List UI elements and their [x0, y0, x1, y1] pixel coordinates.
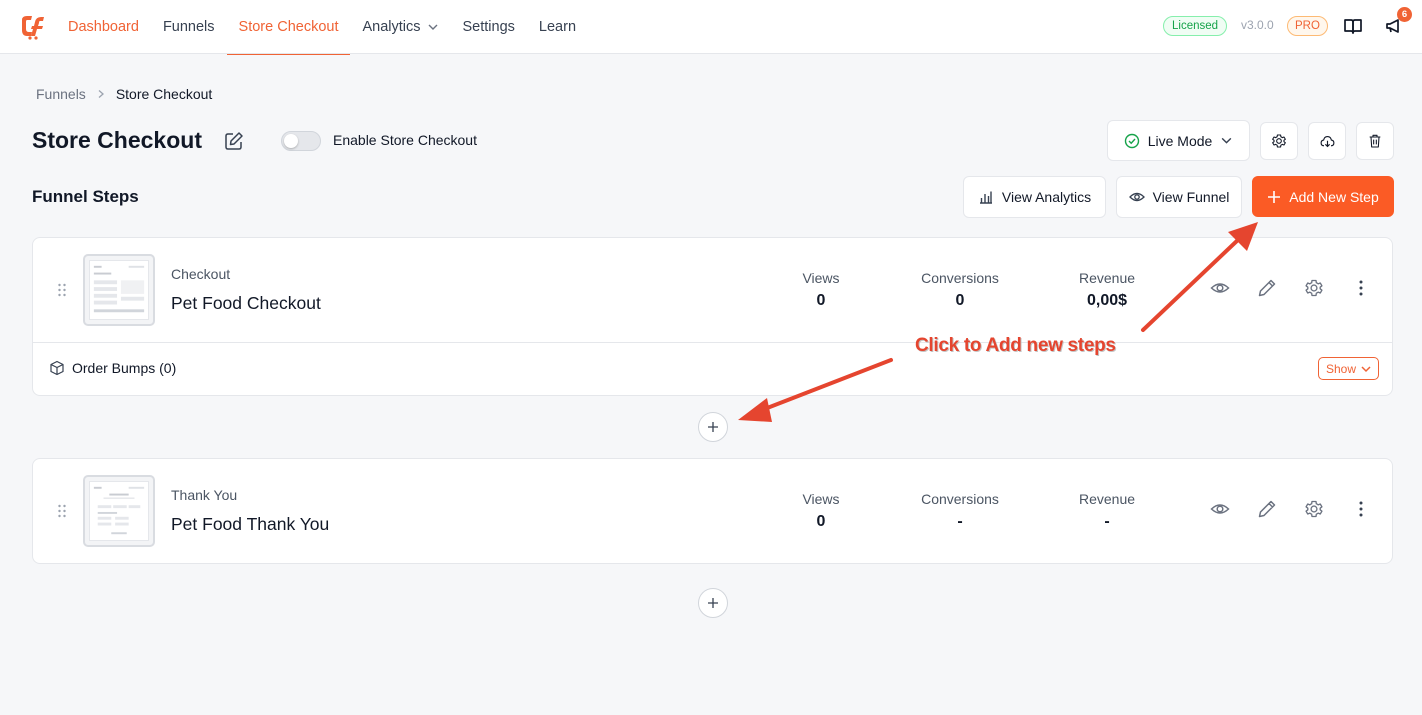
- preview-eye-icon[interactable]: [1210, 499, 1230, 519]
- checkout-page-preview: [89, 260, 149, 320]
- view-analytics-button[interactable]: View Analytics: [963, 176, 1106, 218]
- more-vertical-icon[interactable]: [1351, 499, 1371, 519]
- views-value: 0: [816, 513, 826, 530]
- gear-icon: [1272, 134, 1286, 148]
- views-value: 0: [816, 292, 826, 309]
- version-label: v3.0.0: [1241, 18, 1274, 32]
- nav-settings-label: Settings: [462, 19, 515, 35]
- step-type-label: Thank You: [171, 487, 238, 503]
- page-title: Store Checkout: [32, 127, 202, 153]
- step-name[interactable]: Pet Food Thank You: [171, 514, 329, 535]
- book-icon[interactable]: [1343, 16, 1363, 36]
- cloud-download-icon: [1320, 135, 1334, 147]
- conversions-label: Conversions: [921, 491, 999, 507]
- licensed-badge: Licensed: [1163, 16, 1228, 36]
- nav-store-checkout-label: Store Checkout: [238, 19, 339, 35]
- view-analytics-label: View Analytics: [1001, 189, 1092, 205]
- revenue-value: -: [1104, 513, 1110, 530]
- views-label: Views: [802, 491, 840, 507]
- nav-dashboard[interactable]: Dashboard: [56, 0, 151, 54]
- nav-learn[interactable]: Learn: [527, 0, 588, 54]
- drag-handle-icon[interactable]: [57, 504, 67, 518]
- edit-title-icon[interactable]: [224, 131, 244, 151]
- view-funnel-button[interactable]: View Funnel: [1116, 176, 1242, 218]
- order-bumps-row: Order Bumps (0): [49, 360, 176, 376]
- top-navigation-bar: Dashboard Funnels Store Checkout Analyti…: [0, 0, 1422, 55]
- plus-icon: [708, 422, 718, 432]
- chevron-down-icon: [428, 24, 438, 30]
- notification-count-badge: 6: [1397, 7, 1412, 22]
- bar-chart-icon: [979, 191, 992, 204]
- cartflows-logo[interactable]: [18, 12, 46, 40]
- trash-icon: [1369, 134, 1381, 148]
- preview-eye-icon[interactable]: [1210, 278, 1230, 298]
- step-thumbnail[interactable]: [83, 475, 155, 547]
- step-name[interactable]: Pet Food Checkout: [171, 293, 321, 314]
- add-step-between-button[interactable]: [698, 412, 728, 442]
- revenue-value: 0,00$: [1086, 292, 1128, 309]
- funnel-steps-title: Funnel Steps: [32, 187, 139, 206]
- nav-analytics[interactable]: Analytics: [350, 0, 450, 54]
- nav-funnels-label: Funnels: [162, 19, 215, 35]
- live-mode-label: Live Mode: [1147, 132, 1213, 149]
- nav-settings[interactable]: Settings: [451, 0, 527, 54]
- eye-icon: [1128, 192, 1145, 202]
- step-type-label: Checkout: [171, 266, 231, 282]
- nav-learn-label: Learn: [538, 19, 577, 35]
- check-circle-icon: [1124, 133, 1139, 148]
- order-bumps-label: Order Bumps (0): [72, 360, 177, 376]
- enable-store-checkout-label: Enable Store Checkout: [333, 132, 477, 148]
- live-mode-dropdown[interactable]: Live Mode: [1107, 120, 1250, 161]
- card-divider: [33, 342, 1392, 343]
- conversions-value: 0: [955, 292, 965, 309]
- conversions-label: Conversions: [921, 270, 999, 286]
- enable-store-checkout-toggle[interactable]: [281, 131, 321, 151]
- drag-handle-icon[interactable]: [57, 283, 67, 297]
- export-funnel-button[interactable]: [1308, 122, 1346, 160]
- view-funnel-label: View Funnel: [1152, 189, 1230, 205]
- main-nav: Dashboard Funnels Store Checkout Analyti…: [56, 0, 588, 55]
- show-order-bumps-button[interactable]: Show: [1317, 357, 1379, 380]
- conversions-value: -: [957, 513, 963, 530]
- views-label: Views: [802, 270, 840, 286]
- step-settings-gear-icon[interactable]: [1304, 278, 1324, 298]
- step-thumbnail[interactable]: [83, 254, 155, 326]
- step-settings-gear-icon[interactable]: [1304, 499, 1324, 519]
- breadcrumb-current: Store Checkout: [115, 86, 213, 102]
- revenue-label: Revenue: [1078, 270, 1136, 286]
- edit-pencil-icon[interactable]: [1257, 278, 1277, 298]
- cube-icon: [50, 360, 64, 376]
- chevron-down-icon: [1361, 365, 1371, 372]
- nav-store-checkout[interactable]: Store Checkout: [226, 0, 351, 55]
- pro-badge: PRO: [1287, 16, 1328, 36]
- annotation-text: Click to Add new steps: [915, 335, 1116, 356]
- chevron-right-icon: [98, 90, 104, 98]
- nav-dashboard-label: Dashboard: [68, 19, 139, 35]
- show-label: Show: [1325, 361, 1356, 376]
- step-card-thank-you: Thank You Pet Food Thank You Views 0 Con…: [32, 458, 1393, 564]
- add-new-step-button[interactable]: Add New Step: [1252, 176, 1394, 217]
- more-vertical-icon[interactable]: [1351, 278, 1371, 298]
- breadcrumb: Funnels Store Checkout: [36, 86, 212, 102]
- breadcrumb-funnels-link[interactable]: Funnels: [36, 86, 86, 102]
- step-card-checkout: Checkout Pet Food Checkout Views 0 Conve…: [32, 237, 1393, 396]
- funnel-settings-button[interactable]: [1260, 122, 1298, 160]
- add-step-end-button[interactable]: [698, 588, 728, 618]
- thank-you-page-preview: [89, 481, 149, 541]
- chevron-down-icon: [1221, 137, 1232, 144]
- plus-icon: [1268, 190, 1281, 203]
- revenue-label: Revenue: [1078, 491, 1136, 507]
- plus-icon: [708, 598, 718, 608]
- nav-analytics-label: Analytics: [362, 19, 421, 35]
- add-new-step-label: Add New Step: [1289, 188, 1379, 205]
- edit-pencil-icon[interactable]: [1257, 499, 1277, 519]
- delete-funnel-button[interactable]: [1356, 122, 1394, 160]
- nav-funnels[interactable]: Funnels: [151, 0, 227, 54]
